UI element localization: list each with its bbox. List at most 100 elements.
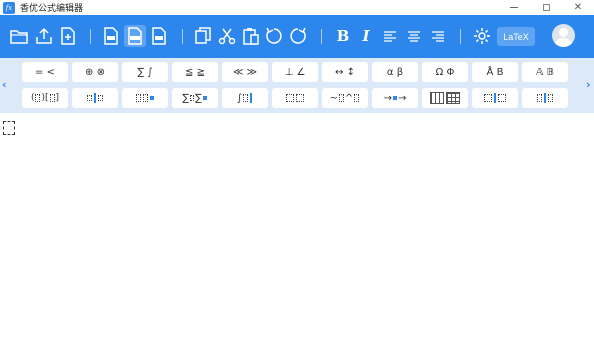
palette-box-template[interactable] (472, 88, 518, 108)
tex-file-icon (152, 27, 166, 45)
avatar-body (555, 38, 572, 47)
bold-label: B (336, 27, 350, 45)
copy-button[interactable] (192, 25, 214, 47)
new-file-button[interactable] (57, 25, 79, 47)
palette-much-less-greater[interactable]: ≪ ≫ (222, 62, 268, 82)
toolbar-separator (182, 29, 183, 44)
minimize-button[interactable] (498, 0, 530, 15)
gear-icon (474, 28, 490, 44)
window-title: 香优公式编辑器 (20, 4, 84, 14)
palette-sum-template[interactable]: ∑ ∑ (172, 88, 218, 108)
columns-icon (430, 92, 444, 104)
maximize-button[interactable] (530, 0, 562, 15)
sum-limits-icon: ∑ (195, 93, 208, 104)
palette-sum-integral[interactable]: ∑ ∫ (122, 62, 168, 82)
parentheses-icon: () (30, 93, 45, 103)
box-blue-icon (494, 93, 496, 103)
stack-alt-icon (548, 94, 553, 102)
stack-icon (537, 94, 542, 102)
palette-next-arrow[interactable]: › (586, 78, 591, 91)
palette-prev-arrow[interactable]: ‹ (2, 78, 7, 91)
align-left-icon (384, 31, 396, 42)
redo-icon (290, 27, 306, 44)
palette-stacked-template[interactable] (522, 88, 568, 108)
scissors-icon (218, 28, 236, 45)
palette-arrows[interactable]: ↔ ↕ (322, 62, 368, 82)
align-center-button[interactable] (403, 25, 425, 47)
palette-integral-template[interactable]: ∫ (222, 88, 268, 108)
matrix-grid-icon (446, 92, 460, 104)
toolbar-separator (321, 29, 322, 44)
align-left-button[interactable] (379, 25, 401, 47)
latex-button[interactable]: LaTeX (497, 27, 535, 46)
fraction-box-icon (98, 95, 103, 101)
folder-open-icon (10, 30, 28, 44)
boxed-icon (484, 94, 492, 102)
underbar-icon (296, 94, 304, 102)
stack-blue-icon (544, 93, 546, 103)
redo-button[interactable] (287, 25, 309, 47)
palette-bar-template[interactable] (272, 88, 318, 108)
fraction-icon (87, 95, 92, 101)
maximize-icon (542, 4, 550, 11)
undo-button[interactable] (263, 25, 285, 47)
brackets-icon: [] (45, 93, 60, 103)
formula-editor-window: fx 香优公式编辑器 ✕ B I LaTeX ‹ › = < ⊕ ⊗ ∑ ∫ ≦… (0, 0, 594, 353)
export-tex-button[interactable] (148, 25, 170, 47)
align-right-button[interactable] (427, 25, 449, 47)
palette-greek-lowercase[interactable]: α β (372, 62, 418, 82)
palette-relations[interactable]: = < (22, 62, 68, 82)
close-icon: ✕ (573, 2, 583, 13)
app-logo-icon: fx (3, 1, 15, 14)
undo-icon (266, 27, 282, 44)
palette-accent-template[interactable]: ~ ^ (322, 88, 368, 108)
palette-fraction-template[interactable] (72, 88, 118, 108)
palette-labeled-arrow-template[interactable]: → → (372, 88, 418, 108)
palette-radical-template[interactable] (122, 88, 168, 108)
empty-placeholder-box[interactable] (3, 121, 15, 135)
paste-button[interactable] (240, 25, 262, 47)
arrow-under-icon: → (398, 92, 407, 104)
subscript-icon (143, 94, 148, 102)
title-bar: fx 香优公式编辑器 ✕ (0, 0, 594, 15)
user-avatar[interactable] (552, 24, 575, 47)
fraction-blue-icon (94, 93, 96, 103)
palette-accented-letters[interactable]: Å B (472, 62, 518, 82)
mathml-file-icon (128, 27, 142, 45)
open-file-button[interactable] (8, 25, 30, 47)
settings-button[interactable] (471, 25, 493, 47)
minimize-icon (510, 7, 518, 8)
palette-blackboard-letters[interactable]: 𝔸 𝔹 (522, 62, 568, 82)
main-toolbar: B I LaTeX (0, 15, 594, 58)
palette-geometry[interactable]: ⊥ ∠ (272, 62, 318, 82)
cut-button[interactable] (216, 25, 238, 47)
palette-circled-operators[interactable]: ⊕ ⊗ (72, 62, 118, 82)
align-right-icon (432, 31, 444, 42)
italic-button[interactable]: I (355, 25, 377, 47)
clipboard-icon (243, 28, 259, 45)
palette-greek-uppercase[interactable]: Ω Φ (422, 62, 468, 82)
symbol-palette: ‹ › = < ⊕ ⊗ ∑ ∫ ≦ ≧ ≪ ≫ ⊥ ∠ ↔ ↕ α β Ω Φ … (0, 58, 594, 113)
toolbar-separator (460, 29, 461, 44)
export-image-button[interactable] (100, 25, 122, 47)
hat-accent-icon: ^ (345, 93, 360, 104)
align-center-icon (408, 31, 420, 42)
export-mathml-button[interactable] (124, 25, 146, 47)
boxed-alt-icon (498, 94, 506, 102)
palette-fences-template[interactable]: () [] (22, 88, 68, 108)
export-button[interactable] (33, 25, 55, 47)
overbar-icon (286, 94, 294, 102)
file-plus-icon (61, 27, 75, 45)
radical-icon (136, 94, 141, 102)
formula-editor-canvas[interactable] (0, 113, 594, 353)
upload-icon (36, 27, 52, 44)
window-controls: ✕ (498, 0, 594, 15)
palette-inequalities[interactable]: ≦ ≧ (172, 62, 218, 82)
integral-blue-icon (250, 93, 253, 103)
bold-button[interactable]: B (332, 25, 354, 47)
arrow-over-icon: → (383, 92, 392, 104)
palette-matrix-template[interactable] (422, 88, 468, 108)
arrow-blue-icon (393, 96, 397, 100)
image-file-icon (104, 27, 118, 45)
close-button[interactable]: ✕ (562, 0, 594, 15)
